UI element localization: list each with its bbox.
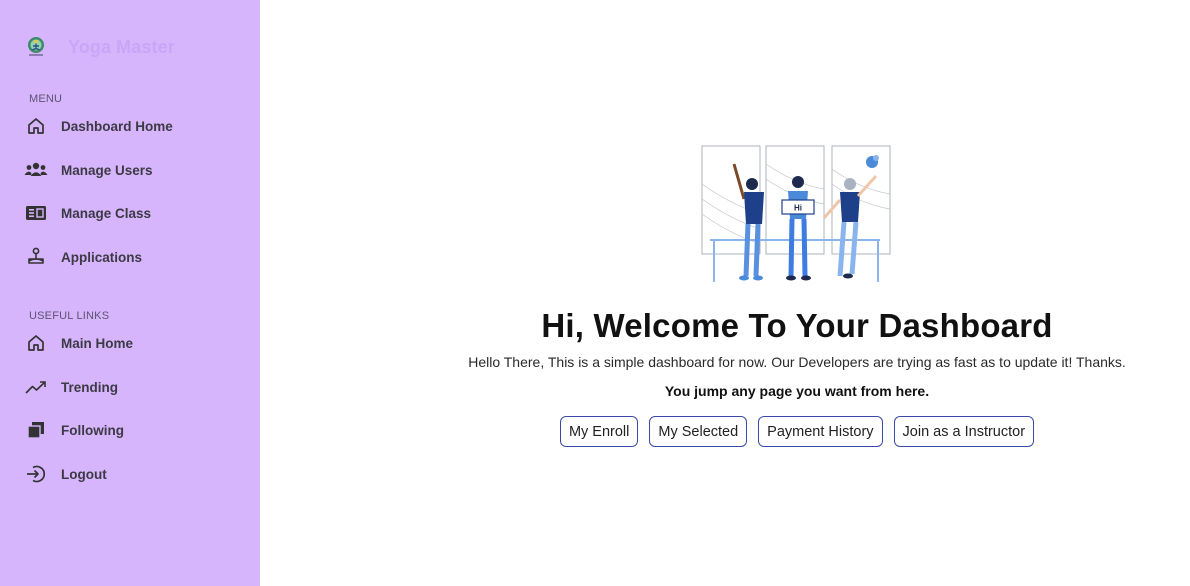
sidebar-item-label: Logout	[61, 466, 107, 482]
sidebar-item-manage-class[interactable]: Manage Class	[24, 200, 151, 226]
sidebar-item-trending[interactable]: Trending	[24, 374, 118, 400]
page-title: Hi, Welcome To Your Dashboard	[541, 307, 1053, 344]
class-board-icon	[24, 201, 48, 225]
home-icon	[24, 114, 48, 138]
main-content: Hi Hi, Welcome To Your Dashboard Hello T…	[260, 0, 1190, 586]
menu-section-label: MENU	[29, 93, 63, 105]
sidebar-item-dashboard-home[interactable]: Dashboard Home	[24, 113, 173, 139]
welcome-illustration: Hi	[700, 144, 892, 286]
sidebar-item-applications[interactable]: Applications	[24, 244, 142, 270]
home-icon	[24, 331, 48, 355]
sidebar-item-label: Trending	[61, 379, 118, 395]
illustration-sign-text: Hi	[794, 204, 802, 213]
brand[interactable]: Yoga Master	[24, 34, 175, 60]
sidebar-item-following[interactable]: Following	[24, 417, 124, 443]
logout-icon	[24, 462, 48, 486]
sidebar-item-label: Main Home	[61, 335, 134, 351]
yoga-logo-icon	[24, 35, 48, 59]
sidebar-item-label: Manage Class	[61, 205, 152, 221]
my-enroll-button[interactable]: My Enroll	[559, 416, 639, 447]
join-as-instructor-button[interactable]: Join as a Instructor	[893, 416, 1035, 447]
quick-links: My Enroll My Selected Payment History Jo…	[260, 416, 1190, 447]
payment-history-button[interactable]: Payment History	[758, 416, 883, 447]
trending-icon	[24, 375, 48, 399]
sidebar-item-label: Manage Users	[61, 162, 153, 178]
sidebar-item-label: Following	[61, 422, 124, 438]
sidebar-item-main-home[interactable]: Main Home	[24, 330, 133, 356]
useful-links-section-label: USEFUL LINKS	[29, 310, 110, 322]
sidebar-item-label: Applications	[61, 249, 143, 265]
sidebar-item-manage-users[interactable]: Manage Users	[24, 157, 153, 183]
joystick-icon	[24, 245, 48, 269]
my-selected-button[interactable]: My Selected	[649, 416, 748, 447]
stack-icon	[24, 418, 48, 442]
sidebar-item-logout[interactable]: Logout	[24, 461, 107, 487]
sidebar: Yoga Master MENU Dashboard Home Manage U…	[0, 0, 260, 586]
users-icon	[24, 158, 48, 182]
app: Yoga Master MENU Dashboard Home Manage U…	[0, 0, 1190, 586]
sidebar-item-label: Dashboard Home	[61, 118, 173, 134]
brand-name: Yoga Master	[68, 36, 175, 57]
welcome-subtitle: Hello There, This is a simple dashboard …	[468, 354, 1126, 370]
navigation-hint: You jump any page you want from here.	[664, 383, 930, 399]
